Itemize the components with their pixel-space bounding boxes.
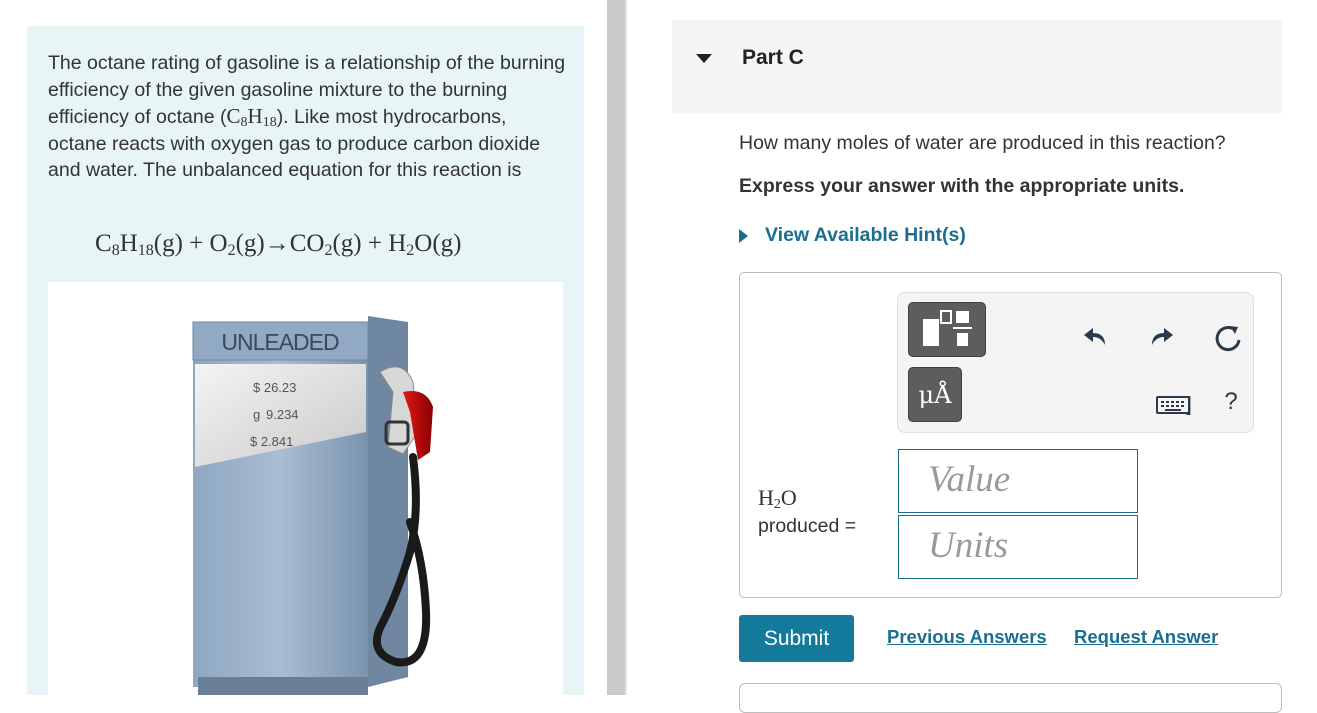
expand-caret-icon (739, 228, 748, 243)
gas-pump-image: UNLEADED $ 26.23 g 9.234 $ 2.841 (48, 282, 563, 695)
gas-pump-illustration: UNLEADED $ 26.23 g 9.234 $ 2.841 (192, 316, 433, 695)
pump-gallons: 9.234 (266, 407, 299, 422)
units-button-label: μÅ (918, 380, 952, 409)
panel-divider-line (625, 0, 627, 695)
answer-area: μÅ ] ? H2O produced = Value Units (739, 272, 1282, 598)
feedback-box (739, 683, 1282, 713)
units-input[interactable]: Units (898, 515, 1138, 579)
redo-icon[interactable] (1146, 321, 1176, 351)
keyboard-bracket: ] (1186, 393, 1192, 416)
panel-splitter[interactable] (607, 0, 625, 695)
pump-price-total: $ 26.23 (253, 380, 296, 395)
part-title: Part C (742, 46, 804, 69)
pump-brand: UNLEADED (221, 329, 339, 355)
instruction-text: Express your answer with the appropriate… (739, 175, 1185, 197)
reaction-equation: C8H18(g) + O2(g)→CO2(g) + H2O(g) (95, 230, 462, 259)
pump-gallons-prefix: g (253, 407, 260, 422)
templates-icon (923, 310, 972, 346)
units-button[interactable]: μÅ (908, 367, 962, 422)
reset-icon[interactable] (1211, 321, 1245, 355)
request-answer-link[interactable]: Request Answer (1074, 626, 1218, 648)
question-text: How many moles of water are produced in … (739, 132, 1226, 154)
value-input[interactable]: Value (898, 449, 1138, 513)
problem-intro: The octane rating of gasoline is a relat… (48, 50, 568, 184)
octane-formula: C8H18 (226, 104, 277, 130)
undo-icon[interactable] (1081, 321, 1111, 351)
submit-button[interactable]: Submit (739, 615, 854, 662)
collapse-caret-icon[interactable] (696, 54, 712, 63)
produced-label: produced = (758, 515, 857, 537)
templates-button[interactable] (908, 302, 986, 357)
pump-price-per-gallon: $ 2.841 (250, 434, 293, 449)
previous-answers-link[interactable]: Previous Answers (887, 626, 1047, 648)
math-toolbar: μÅ ] ? (897, 292, 1254, 433)
view-hints-link[interactable]: View Available Hint(s) (739, 224, 966, 247)
part-c-header[interactable]: Part C (672, 20, 1282, 113)
water-formula: H2O (758, 485, 797, 512)
hint-link-label: View Available Hint(s) (765, 224, 966, 246)
problem-panel: The octane rating of gasoline is a relat… (27, 26, 584, 695)
answer-label: H2O produced = (758, 484, 856, 540)
help-icon[interactable]: ? (1218, 387, 1244, 417)
